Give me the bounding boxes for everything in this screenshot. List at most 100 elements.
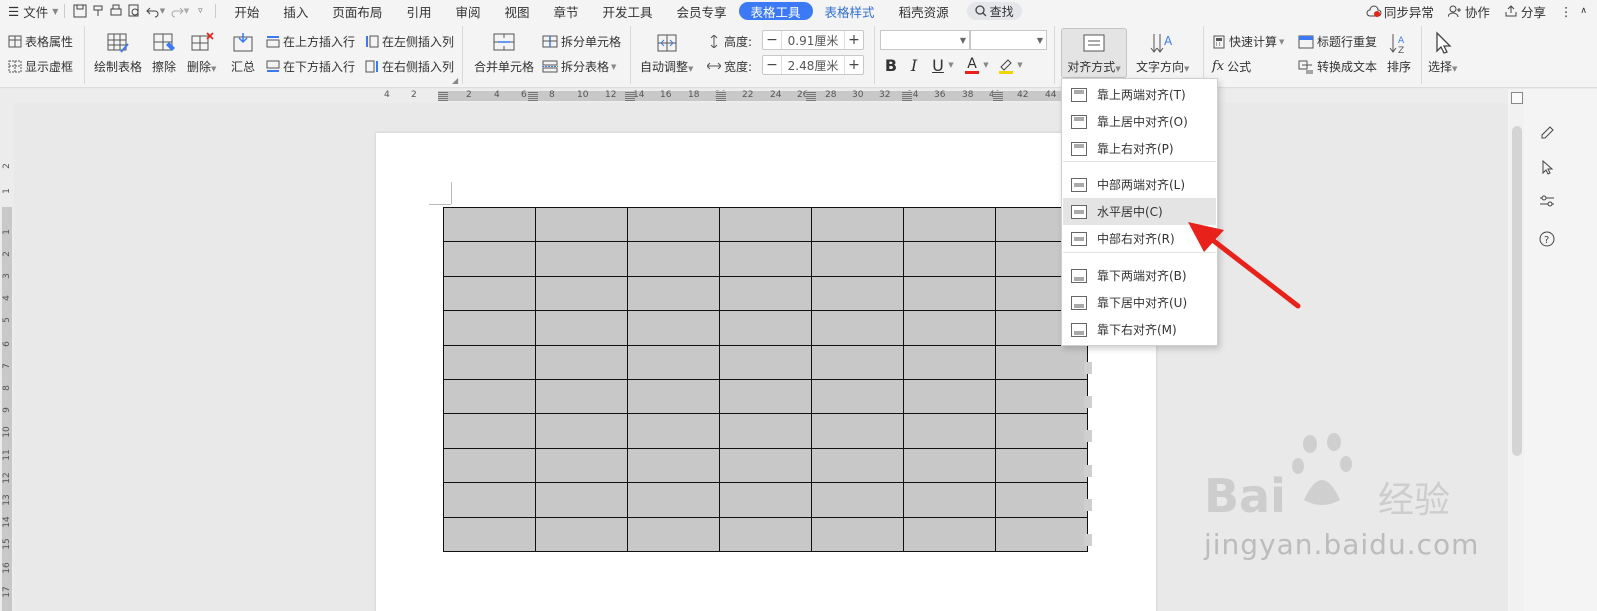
row-height-field[interactable]: − 0.91厘米 + [762, 30, 864, 50]
column-marker[interactable] [993, 91, 1003, 101]
convert-to-text-button[interactable]: 转换成文本 [1298, 58, 1377, 75]
font-size-select[interactable]: ▼ [970, 30, 1047, 50]
table-cell[interactable] [719, 310, 812, 346]
highlight-dropdown-icon[interactable]: ▼ [1016, 60, 1024, 70]
table-cell[interactable] [443, 344, 536, 380]
table-cell[interactable] [811, 413, 904, 449]
table-cell[interactable] [627, 378, 720, 415]
table-cell[interactable] [719, 413, 812, 449]
table-cell[interactable] [627, 482, 720, 518]
search-box[interactable]: 查找 [966, 2, 1022, 20]
table-cell[interactable] [535, 482, 628, 518]
increment-height-button[interactable]: + [845, 31, 863, 49]
table-cell[interactable] [719, 241, 812, 277]
merge-cells-button[interactable]: 合并单元格 [474, 30, 534, 75]
table-cell[interactable] [535, 344, 628, 380]
row-height-input[interactable]: 0.91厘米 [781, 31, 845, 49]
row-end-marker[interactable] [1084, 396, 1092, 408]
row-end-marker[interactable] [1084, 464, 1092, 477]
insert-row-below-button[interactable]: 在下方插入行 [266, 58, 355, 75]
document-table[interactable] [443, 206, 1088, 552]
table-cell[interactable] [443, 447, 536, 484]
increment-width-button[interactable]: + [845, 56, 863, 74]
tab-page-layout[interactable]: 页面布局 [320, 0, 394, 22]
column-marker[interactable] [716, 91, 726, 101]
table-cell[interactable] [811, 241, 904, 277]
table-cell[interactable] [903, 447, 996, 484]
table-cell[interactable] [811, 482, 904, 518]
alignment-option[interactable]: 靠上居中对齐(O) [1063, 108, 1216, 135]
font-name-select[interactable]: ▼ [880, 30, 970, 50]
table-cell[interactable] [443, 275, 536, 312]
summary-button[interactable]: 汇总 [230, 30, 256, 75]
tab-references[interactable]: 引用 [394, 0, 443, 22]
table-cell[interactable] [903, 310, 996, 346]
table-cell[interactable] [719, 482, 812, 518]
table-cell[interactable] [903, 378, 996, 415]
insert-row-above-button[interactable]: 在上方插入行 [266, 33, 355, 50]
split-cell-button[interactable]: 拆分单元格 [542, 33, 621, 50]
alignment-option[interactable]: 靠上右对齐(P) [1063, 135, 1216, 162]
settings-sliders-icon[interactable] [1538, 192, 1556, 210]
tab-table-style[interactable]: 表格样式 [813, 0, 887, 22]
tab-chapter[interactable]: 章节 [541, 0, 590, 22]
table-cell[interactable] [627, 206, 720, 243]
table-cell[interactable] [995, 447, 1088, 484]
column-marker[interactable] [438, 91, 448, 101]
table-properties-button[interactable]: 表格属性 [8, 33, 73, 50]
decrement-width-button[interactable]: − [763, 56, 781, 74]
table-cell[interactable] [443, 310, 536, 346]
vertical-ruler[interactable]: 2 1 1 2 3 4 5 6 7 8 9 10 11 12 13 14 15 16 17 [0, 103, 14, 611]
undo-icon[interactable]: ▼ [143, 2, 167, 20]
table-cell[interactable] [903, 482, 996, 518]
table-cell[interactable] [719, 378, 812, 415]
pen-icon[interactable] [1538, 124, 1556, 142]
table-cell[interactable] [811, 275, 904, 312]
draw-table-button[interactable]: 绘制表格 [94, 30, 142, 75]
table-cell[interactable] [811, 447, 904, 484]
tab-developer[interactable]: 开发工具 [591, 0, 665, 22]
alignment-option[interactable]: 靠下右对齐(M) [1063, 316, 1216, 343]
table-cell[interactable] [535, 413, 628, 449]
table-cell[interactable] [535, 206, 628, 243]
redo-icon[interactable]: ▼ [167, 2, 191, 20]
table-cell[interactable] [719, 516, 812, 552]
formula-button[interactable]: fx 公式 [1212, 58, 1251, 75]
table-cell[interactable] [719, 447, 812, 484]
pointer-icon[interactable] [1538, 158, 1556, 176]
table-cell[interactable] [719, 275, 812, 312]
table-cell[interactable] [995, 378, 1088, 415]
quick-calc-button[interactable]: 快速计算 ▼ [1212, 33, 1284, 50]
horizontal-ruler[interactable]: 4224681012141618202224262830323436384042… [0, 89, 1597, 103]
sync-status[interactable]: 同步异常 [1366, 2, 1434, 21]
decrement-height-button[interactable]: − [763, 31, 781, 49]
save-icon[interactable] [71, 2, 89, 20]
file-menu[interactable]: ☰ 文件 ▼ [8, 0, 58, 22]
table-cell[interactable] [535, 516, 628, 552]
table-cell[interactable] [995, 413, 1088, 449]
table-cell[interactable] [443, 206, 536, 243]
tab-home[interactable]: 开始 [222, 0, 271, 22]
tab-view[interactable]: 视图 [492, 0, 541, 22]
auto-fit-button[interactable]: 自动调整▼ [640, 30, 693, 75]
table-cell[interactable] [811, 344, 904, 380]
dialog-launcher-icon[interactable]: ◢ [452, 76, 458, 85]
collab-button[interactable]: 协作 [1447, 2, 1490, 21]
help-icon[interactable]: ? [1538, 230, 1556, 248]
split-table-button[interactable]: 拆分表格 ▼ [542, 58, 616, 75]
column-marker[interactable] [625, 91, 635, 101]
table-cell[interactable] [903, 206, 996, 243]
row-end-marker[interactable] [1084, 361, 1092, 374]
table-cell[interactable] [443, 516, 536, 552]
sort-button[interactable]: AZ 排序 [1386, 30, 1412, 75]
underline-button[interactable]: U [929, 56, 947, 75]
select-button[interactable]: 选择▼ [1428, 30, 1457, 75]
table-cell[interactable] [627, 275, 720, 312]
table-cell[interactable] [627, 241, 720, 277]
scrollbar-thumb[interactable] [1512, 126, 1522, 456]
font-color-button[interactable]: A [963, 55, 981, 75]
alignment-option[interactable]: 靠上两端对齐(T) [1063, 81, 1216, 108]
insert-col-right-button[interactable]: 在右侧插入列 [365, 58, 454, 75]
table-cell[interactable] [995, 482, 1088, 518]
print-icon[interactable] [107, 2, 125, 20]
